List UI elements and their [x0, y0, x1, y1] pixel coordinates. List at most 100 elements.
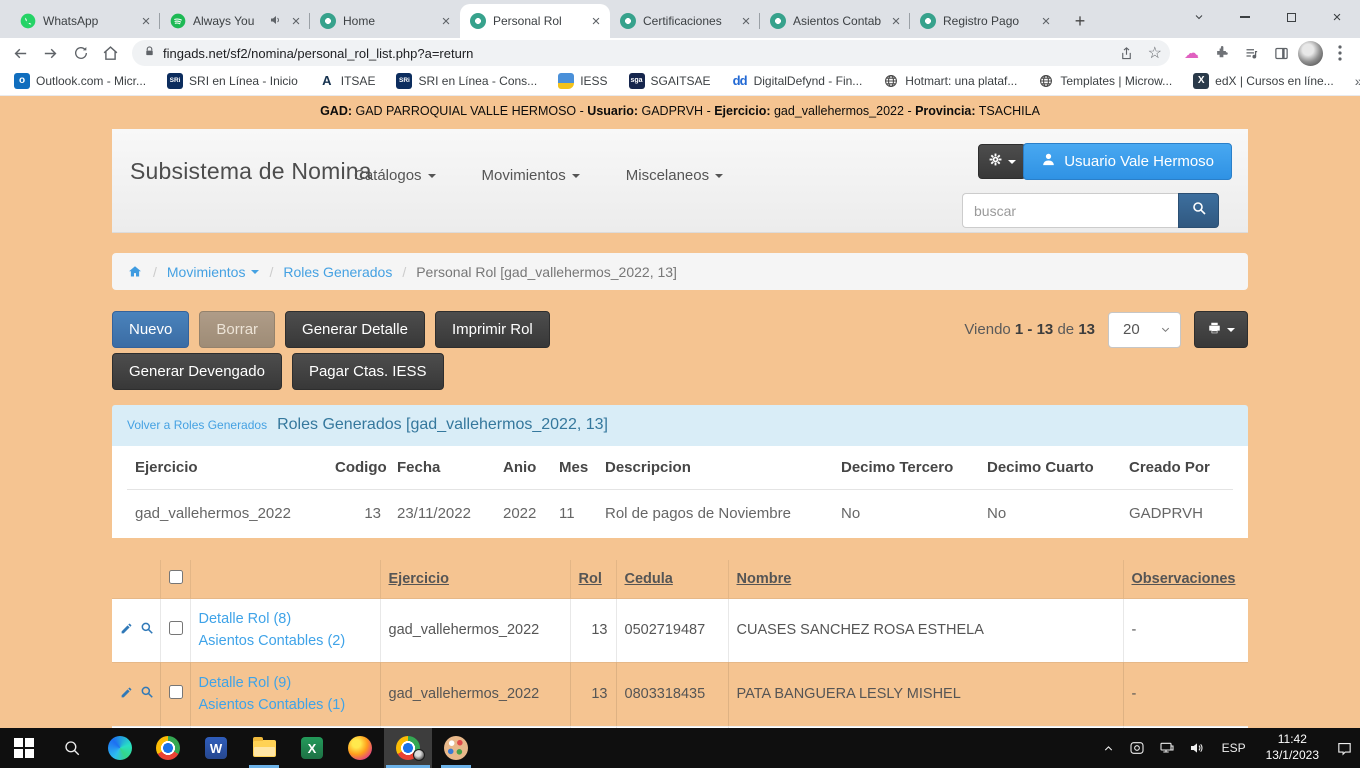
bookmark-iess[interactable]: IESS	[558, 73, 607, 89]
borrar-button[interactable]: Borrar	[199, 311, 275, 348]
breadcrumb-home[interactable]	[127, 264, 143, 279]
tab-close-icon[interactable]: ×	[888, 13, 904, 30]
url-text[interactable]: fingads.net/sf2/nomina/personal_rol_list…	[163, 46, 1105, 61]
taskbar-search-button[interactable]	[48, 728, 96, 768]
share-icon[interactable]	[1113, 40, 1140, 66]
tray-meet-now-icon[interactable]	[1122, 728, 1152, 768]
weather-extension-icon[interactable]: ☁	[1178, 40, 1205, 66]
bookmark-edx[interactable]: XedX | Cursos en líne...	[1193, 73, 1334, 89]
detalle-rol-link[interactable]: Detalle Rol (9)	[199, 672, 372, 694]
bookmark-hotmart[interactable]: Hotmart: una plataf...	[883, 73, 1017, 89]
tab-spotify[interactable]: Always You ×	[160, 4, 310, 38]
outlook-icon: o	[14, 73, 30, 89]
taskbar-chrome[interactable]	[144, 728, 192, 768]
cell-codigo: 13	[327, 490, 389, 536]
bookmark-star-icon[interactable]: ☆	[1148, 43, 1162, 63]
settings-button[interactable]	[978, 144, 1026, 179]
taskbar-paint[interactable]	[432, 728, 480, 768]
close-window-button[interactable]: ×	[1314, 0, 1360, 34]
tab-registro-pago[interactable]: Registro Pago ×	[910, 4, 1060, 38]
playlist-extension-icon[interactable]	[1238, 40, 1265, 66]
tab-close-icon[interactable]: ×	[288, 13, 304, 30]
language-indicator[interactable]: ESP	[1212, 728, 1256, 768]
generar-detalle-button[interactable]: Generar Detalle	[285, 311, 425, 348]
home-icon[interactable]	[97, 40, 124, 66]
start-button[interactable]	[0, 728, 48, 768]
row-checkbox[interactable]	[169, 685, 183, 699]
taskbar-clock[interactable]: 11:4213/1/2023	[1256, 732, 1329, 763]
side-panel-icon[interactable]	[1268, 40, 1295, 66]
bookmark-sri-consultas[interactable]: SRiSRI en Línea - Cons...	[396, 73, 537, 89]
taskbar-excel[interactable]: X	[288, 728, 336, 768]
tab-close-icon[interactable]: ×	[738, 13, 754, 30]
row-checkbox[interactable]	[169, 621, 183, 635]
edit-icon[interactable]	[120, 686, 133, 703]
back-icon[interactable]	[7, 40, 34, 66]
asientos-contables-link[interactable]: Asientos Contables (2)	[199, 630, 372, 652]
tray-volume-icon[interactable]	[1182, 728, 1212, 768]
notification-center-icon[interactable]	[1329, 728, 1360, 768]
view-icon[interactable]	[140, 685, 154, 703]
maximize-button[interactable]	[1268, 0, 1314, 34]
pagar-ctas-iess-button[interactable]: Pagar Ctas. IESS	[292, 353, 444, 390]
print-button[interactable]	[1194, 311, 1248, 348]
taskbar-explorer[interactable]	[240, 728, 288, 768]
browser-menu-icon[interactable]	[1326, 40, 1353, 66]
bookmark-sri-inicio[interactable]: SRiSRI en Línea - Inicio	[167, 73, 298, 89]
tab-search-chevron-icon[interactable]	[1176, 0, 1222, 34]
detalle-rol-link[interactable]: Detalle Rol (8)	[199, 608, 372, 630]
bookmark-digitaldefynd[interactable]: ddDigitalDefynd - Fin...	[732, 73, 863, 89]
menu-movimientos[interactable]: Movimientos	[482, 167, 580, 184]
user-button[interactable]: Usuario Vale Hermoso	[1023, 143, 1232, 180]
taskbar-chrome-active[interactable]	[384, 728, 432, 768]
bookmark-sgaitsae[interactable]: sgaSGAITSAE	[629, 73, 711, 89]
page-size-select[interactable]: 20	[1108, 312, 1181, 348]
col-cedula[interactable]: Cedula	[616, 560, 728, 599]
bookmark-itsae[interactable]: AITSAE	[319, 73, 376, 89]
menu-catalogos[interactable]: Catálogos	[354, 167, 436, 184]
tab-asientos-contables[interactable]: Asientos Contabl ×	[760, 4, 910, 38]
col-rol[interactable]: Rol	[570, 560, 616, 599]
tray-network-icon[interactable]	[1152, 728, 1182, 768]
breadcrumb-roles-generados[interactable]: Roles Generados	[283, 264, 392, 280]
breadcrumb-movimientos[interactable]: Movimientos	[167, 264, 260, 280]
imprimir-rol-button[interactable]: Imprimir Rol	[435, 311, 550, 348]
bookmark-templates[interactable]: Templates | Microw...	[1038, 73, 1172, 89]
tab-close-icon[interactable]: ×	[588, 13, 604, 30]
nuevo-button[interactable]: Nuevo	[112, 311, 189, 348]
tab-close-icon[interactable]: ×	[438, 13, 454, 30]
bookmarks-overflow-icon[interactable]: »	[1355, 73, 1360, 89]
search-button[interactable]	[1178, 193, 1219, 228]
tray-chevron-up-icon[interactable]	[1095, 728, 1122, 768]
menu-miscelaneos[interactable]: Miscelaneos	[626, 167, 723, 184]
tab-certificaciones[interactable]: Certificaciones ×	[610, 4, 760, 38]
tab-close-icon[interactable]: ×	[138, 13, 154, 30]
taskbar-firefox[interactable]	[336, 728, 384, 768]
profile-avatar[interactable]	[1298, 41, 1323, 66]
select-all-checkbox[interactable]	[169, 570, 183, 584]
tab-close-icon[interactable]: ×	[1038, 13, 1054, 30]
tab-whatsapp[interactable]: WhatsApp ×	[10, 4, 160, 38]
new-tab-button[interactable]: +	[1066, 7, 1094, 35]
col-observaciones[interactable]: Observaciones	[1123, 560, 1248, 599]
taskbar-edge[interactable]	[96, 728, 144, 768]
search-input[interactable]	[962, 193, 1178, 228]
generar-devengado-button[interactable]: Generar Devengado	[112, 353, 282, 390]
extensions-puzzle-icon[interactable]	[1208, 40, 1235, 66]
view-icon[interactable]	[140, 621, 154, 639]
taskbar-word[interactable]: W	[192, 728, 240, 768]
forward-icon[interactable]	[37, 40, 64, 66]
minimize-button[interactable]	[1222, 0, 1268, 34]
tab-personal-rol[interactable]: Personal Rol ×	[460, 4, 610, 38]
edit-icon[interactable]	[120, 622, 133, 639]
col-ejercicio[interactable]: Ejercicio	[380, 560, 570, 599]
col-nombre[interactable]: Nombre	[728, 560, 1123, 599]
lock-icon[interactable]	[144, 45, 155, 61]
bookmark-outlook[interactable]: oOutlook.com - Micr...	[14, 73, 146, 89]
volver-link[interactable]: Volver a Roles Generados	[127, 418, 267, 432]
tab-audio-icon[interactable]	[269, 14, 281, 29]
tab-home[interactable]: Home ×	[310, 4, 460, 38]
asientos-contables-link[interactable]: Asientos Contables (1)	[199, 694, 372, 716]
reload-icon[interactable]	[67, 40, 94, 66]
address-bar[interactable]: fingads.net/sf2/nomina/personal_rol_list…	[132, 40, 1170, 66]
